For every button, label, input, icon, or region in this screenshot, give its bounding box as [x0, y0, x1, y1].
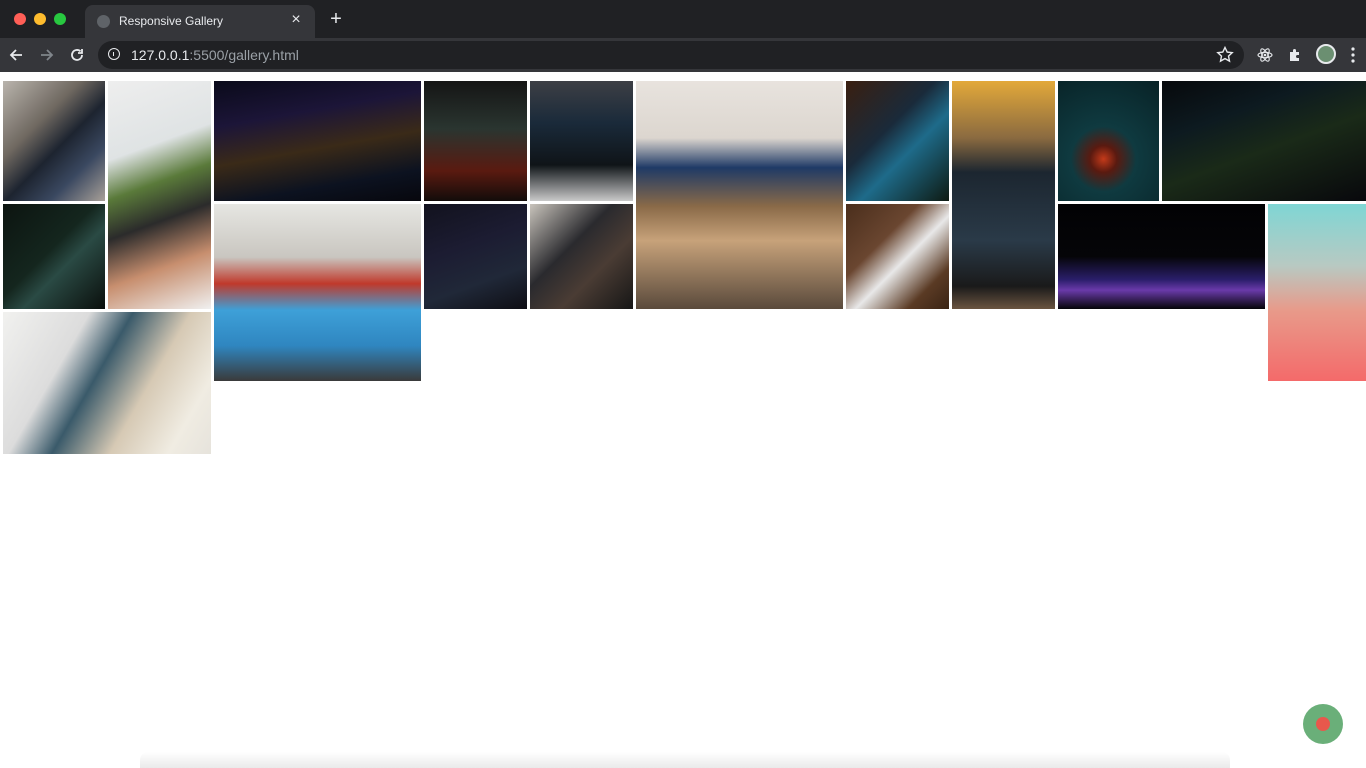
forward-button[interactable]: [37, 45, 57, 65]
gallery-item-2[interactable]: [108, 81, 211, 309]
back-button[interactable]: [6, 45, 26, 65]
extensions-puzzle-icon[interactable]: [1286, 46, 1304, 64]
tab-close-button[interactable]: ×: [287, 11, 305, 29]
reload-button[interactable]: [67, 45, 87, 65]
globe-icon: [97, 15, 110, 28]
gallery-item-1[interactable]: laptop-code-desk-photo: [3, 81, 105, 201]
gallery-item-13[interactable]: [424, 204, 527, 309]
gallery-item-4[interactable]: [424, 81, 527, 201]
gallery-item-10[interactable]: [1162, 81, 1366, 201]
minimize-window-button[interactable]: [34, 13, 46, 25]
maximize-window-button[interactable]: [54, 13, 66, 25]
gallery-item-6[interactable]: [636, 81, 843, 309]
gallery-item-15[interactable]: [846, 204, 949, 309]
more-menu-icon[interactable]: [1350, 47, 1356, 63]
reload-icon: [71, 49, 83, 61]
browser-toolbar: 127.0.0.1:5500/gallery.html: [0, 38, 1366, 72]
gallery-item-5[interactable]: [530, 81, 633, 201]
recording-indicator-button[interactable]: [1303, 704, 1343, 744]
info-icon[interactable]: [108, 48, 120, 60]
arrow-right-icon: [41, 49, 54, 61]
gallery-item-12[interactable]: [214, 204, 421, 381]
url-text: 127.0.0.1:5500/gallery.html: [131, 47, 299, 63]
gallery-item-3[interactable]: [214, 81, 421, 201]
browser-tab[interactable]: Responsive Gallery ×: [85, 5, 315, 38]
star-icon[interactable]: [1215, 45, 1235, 65]
gallery-item-8[interactable]: [952, 81, 1055, 309]
gallery-item-9[interactable]: [1058, 81, 1159, 201]
gallery-item-11[interactable]: [3, 204, 105, 309]
gallery-item-14[interactable]: [530, 204, 633, 309]
close-window-button[interactable]: [14, 13, 26, 25]
gallery-page: laptop-code-desk-photo: [0, 72, 1366, 768]
gallery-item-18[interactable]: [3, 312, 211, 454]
tab-title: Responsive Gallery: [119, 14, 224, 28]
arrow-left-icon: [9, 49, 22, 61]
profile-avatar[interactable]: [1316, 44, 1336, 64]
address-bar[interactable]: 127.0.0.1:5500/gallery.html: [98, 41, 1244, 69]
gallery-item-16[interactable]: [1058, 204, 1265, 309]
record-dot-icon: [1316, 717, 1330, 731]
new-tab-button[interactable]: +: [326, 9, 346, 29]
gallery-item-7[interactable]: [846, 81, 949, 201]
gallery-item-17[interactable]: [1268, 204, 1366, 381]
browser-tab-bar: Responsive Gallery × +: [0, 0, 1366, 38]
bottom-shadow: [140, 752, 1230, 768]
react-devtools-icon[interactable]: [1256, 46, 1274, 64]
